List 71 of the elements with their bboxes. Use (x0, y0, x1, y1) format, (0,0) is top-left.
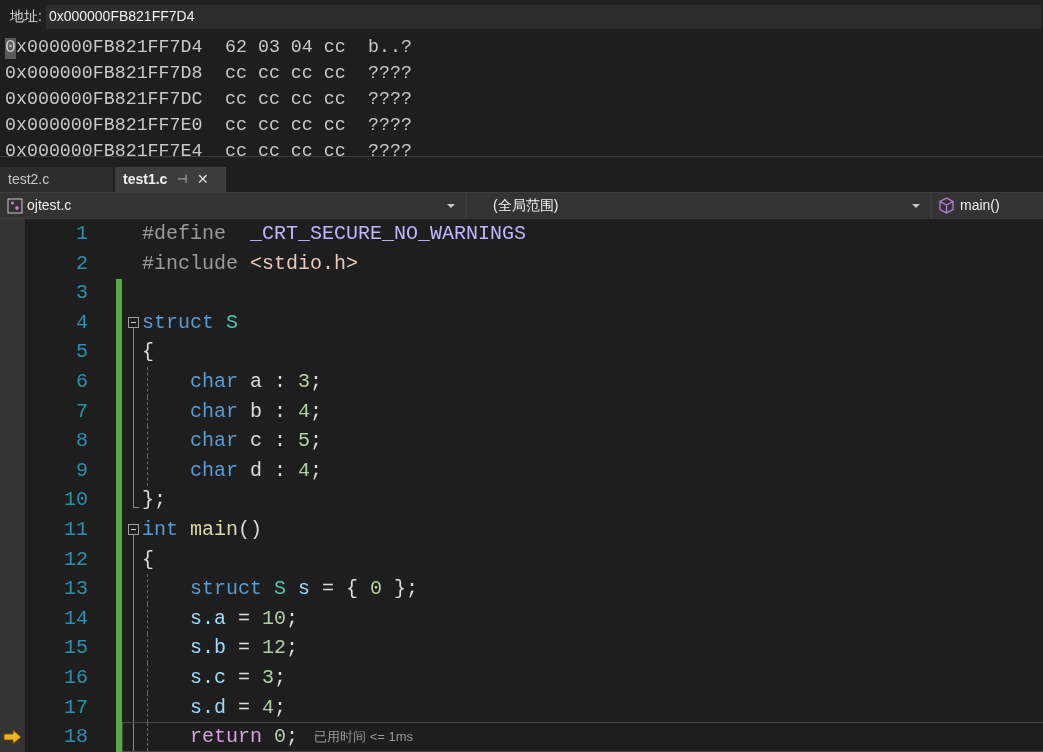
tab-label: test1.c (123, 169, 168, 189)
code-line: char d : 4; (189, 457, 323, 484)
elapsed-time-hint: 已用时间 <= 1ms (314, 728, 414, 747)
code-line: s.c = 3; (189, 665, 287, 691)
file-tab[interactable]: test1.c ⊣ ✕ (115, 166, 226, 192)
code-line: { (142, 546, 154, 573)
memory-bytes: 62 03 04 cc (225, 35, 347, 59)
code-line: #define _CRT_SECURE_NO_WARNINGS (142, 221, 527, 248)
memory-bytes: cc cc cc cc (225, 61, 347, 85)
code-line: char c : 5; (189, 428, 323, 455)
memory-ascii: ???? (368, 61, 412, 85)
code-line: s.b = 12; (189, 635, 299, 662)
caret-icon (912, 203, 920, 208)
scope-name: (全局范围) (493, 196, 559, 215)
memory-address: 0x000000FB821FF7E4 (5, 139, 204, 156)
code-line: struct S s = { 0 }; (189, 576, 419, 603)
pin-icon[interactable]: ⊣ (177, 170, 188, 189)
line-number: 6 (75, 369, 88, 396)
line-number: 14 (63, 605, 88, 632)
code-line: return 0; (189, 724, 299, 751)
project-icon (7, 197, 23, 214)
code-line: { (142, 339, 154, 366)
memory-address: 0x000000FB821FF7DC (5, 87, 204, 111)
line-number: 12 (63, 546, 88, 573)
project-dropdown[interactable]: ojtest.c (0, 192, 465, 219)
memory-bytes: cc cc cc cc (225, 113, 347, 137)
line-number: 17 (63, 694, 88, 721)
memory-bytes: cc cc cc cc (225, 87, 347, 111)
line-number: 3 (75, 280, 88, 307)
line-number: 16 (63, 665, 88, 691)
code-line: char a : 3; (189, 369, 323, 396)
memory-bytes: cc cc cc cc (225, 139, 347, 156)
member-name: main() (960, 196, 1000, 215)
line-number: 2 (75, 250, 88, 277)
close-icon[interactable]: ✕ (197, 168, 210, 190)
line-number: 4 (75, 309, 88, 336)
line-number: 9 (75, 457, 88, 484)
file-tab[interactable]: test2.c (0, 166, 113, 192)
code-line: }; (142, 487, 166, 514)
code-line: char b : 4; (189, 398, 323, 425)
scope-dropdown[interactable]: (全局范围) (467, 192, 930, 219)
line-number: 1 (75, 221, 88, 248)
collapse-icon[interactable] (128, 317, 139, 329)
member-dropdown[interactable]: main() (932, 192, 1043, 219)
memory-address: 0x000000FB821FF7D8 (5, 61, 204, 85)
memory-ascii: ???? (368, 139, 412, 156)
code-line: s.a = 10; (189, 605, 299, 632)
memory-ascii: ???? (368, 113, 412, 137)
address-field[interactable]: 0x000000FB821FF7D4 (45, 4, 1041, 29)
line-number: 8 (75, 428, 88, 455)
line-number: 13 (63, 576, 88, 603)
cube-icon (938, 197, 955, 214)
line-number: 11 (63, 517, 88, 544)
tab-label: test2.c (8, 169, 50, 189)
project-name: ojtest.c (27, 196, 72, 215)
collapse-icon[interactable] (128, 524, 139, 536)
code-line: int main() (142, 517, 263, 544)
line-number: 10 (63, 487, 88, 514)
line-number: 18 (63, 724, 88, 751)
code-line: struct S (142, 309, 239, 336)
line-number: 15 (63, 635, 88, 662)
code-line: #include <stdio.h> (142, 250, 359, 277)
line-number: 7 (75, 398, 88, 425)
line-number: 5 (75, 339, 88, 366)
memory-ascii: ???? (368, 87, 412, 111)
memory-ascii: b..? (368, 35, 412, 59)
memory-address: 0x000000FB821FF7D4 (5, 35, 204, 59)
caret-icon (447, 203, 455, 208)
memory-address: 0x000000FB821FF7E0 (5, 113, 204, 137)
code-line: s.d = 4; (189, 694, 287, 721)
address-label: 地址: (10, 7, 42, 27)
